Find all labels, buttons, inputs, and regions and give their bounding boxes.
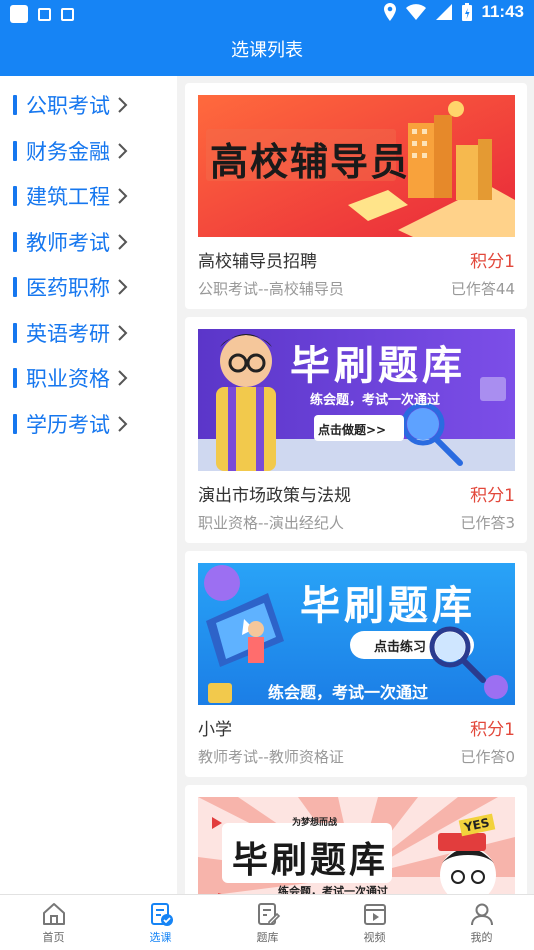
app-notification-icon (10, 5, 28, 23)
course-points: 积分1 (470, 252, 515, 272)
sidebar-item-marker (13, 186, 17, 206)
tab-label: 选课 (149, 931, 172, 944)
course-card[interactable]: 为梦想而战 毕刷题库 练会题，考试一次通过 YES (185, 785, 527, 894)
course-card[interactable]: 毕刷题库 点击练习 练会题，考试一次通过 小学 积分1 教师考试--教师资格证 … (185, 551, 527, 777)
course-answered-count: 已作答3 (460, 514, 515, 532)
sidebar-item-marker (13, 277, 17, 297)
course-name: 小学 (198, 720, 232, 740)
status-time: 11:43 (481, 2, 524, 21)
sidebar-item-label: 教师考试 (26, 231, 110, 255)
tab-label: 首页 (42, 931, 65, 944)
course-banner[interactable]: 为梦想而战 毕刷题库 练会题，考试一次通过 YES (198, 797, 515, 894)
sidebar-item-vocational[interactable]: 职业资格 (13, 363, 130, 393)
course-banner-slogan: 练会题，考试一次通过 (310, 393, 441, 408)
sidebar-item-label: 财务金融 (26, 140, 110, 164)
course-banner-tag: 为梦想而战 (292, 818, 338, 828)
course-points: 积分1 (470, 486, 515, 506)
sidebar-item-marker (13, 95, 17, 115)
location-icon (384, 3, 397, 21)
font-notification-icon (61, 7, 74, 21)
chevron-right-icon (118, 416, 128, 432)
sidebar-item-marker (13, 414, 17, 434)
app-bar: 选课列表 (0, 28, 534, 76)
course-category: 职业资格--演出经纪人 (198, 514, 344, 532)
course-list: 高校辅导员 高校辅导员招聘 积分1 公职考试--高校辅导员 已作答44 毕刷题库… (177, 76, 534, 894)
user-icon (470, 903, 493, 926)
wifi-icon (406, 4, 427, 20)
video-icon (363, 904, 386, 925)
tab-label: 我的 (470, 931, 493, 944)
edit-document-icon (257, 903, 280, 925)
chevron-right-icon (118, 188, 128, 204)
tab-label: 视频 (363, 931, 386, 944)
course-banner-title: 毕刷题库 (232, 840, 389, 881)
course-name: 演出市场政策与法规 (198, 486, 351, 506)
course-banner[interactable]: 毕刷题库 练会题，考试一次通过 点击做题>> (198, 329, 515, 471)
course-name: 高校辅导员招聘 (198, 252, 317, 272)
chevron-right-icon (118, 143, 128, 159)
battery-icon (462, 3, 473, 21)
sidebar-item-label: 医药职称 (26, 276, 110, 300)
chevron-right-icon (118, 279, 128, 295)
status-bar: 11:43 (0, 0, 534, 28)
sidebar-item-finance[interactable]: 财务金融 (13, 136, 130, 166)
course-banner-title: 高校辅导员 (210, 140, 411, 184)
sidebar-item-civil-service[interactable]: 公职考试 (13, 90, 130, 120)
sidebar-item-label: 职业资格 (26, 367, 110, 391)
page-title: 选课列表 (231, 40, 303, 61)
sidebar-item-marker (13, 141, 17, 161)
sidebar-item-english[interactable]: 英语考研 (13, 318, 130, 348)
sidebar-item-medical[interactable]: 医药职称 (13, 272, 130, 302)
mail-notification-icon (38, 7, 51, 21)
tab-select-course[interactable]: 选课 (107, 895, 214, 950)
course-answered-count: 已作答44 (450, 280, 515, 298)
signal-icon (436, 4, 453, 20)
tab-label: 题库 (256, 931, 279, 944)
course-banner-title: 毕刷题库 (290, 343, 466, 389)
sidebar-item-label: 公职考试 (26, 94, 110, 118)
chevron-right-icon (118, 370, 128, 386)
course-banner-slogan: 练会题，考试一次通过 (278, 885, 388, 894)
sidebar-item-teacher[interactable]: 教师考试 (13, 227, 130, 257)
sidebar-item-label: 建筑工程 (26, 185, 110, 209)
course-banner-button: 点击做题>> (318, 423, 387, 437)
sidebar-item-label: 学历考试 (26, 413, 110, 437)
course-banner[interactable]: 高校辅导员 (198, 95, 515, 237)
tab-video[interactable]: 视频 (321, 895, 428, 950)
course-answered-count: 已作答0 (460, 748, 515, 766)
chevron-right-icon (118, 325, 128, 341)
course-banner-slogan: 练会题，考试一次通过 (268, 683, 429, 702)
course-list-icon (150, 903, 173, 926)
course-points: 积分1 (470, 720, 515, 740)
course-banner-button: 点击练习 (374, 640, 427, 655)
category-sidebar: 公职考试 财务金融 建筑工程 教师考试 医药职称 英语考研 职业资格 学历考试 (0, 76, 177, 894)
bottom-tab-bar: 首页 选课 题库 视频 我的 (0, 894, 534, 950)
home-icon (42, 903, 65, 925)
course-card[interactable]: 毕刷题库 练会题，考试一次通过 点击做题>> 演出市场政策与法规 积分1 职业资… (185, 317, 527, 543)
course-banner-title: 毕刷题库 (300, 583, 476, 629)
chevron-right-icon (118, 234, 128, 250)
tab-question-bank[interactable]: 题库 (214, 895, 321, 950)
sidebar-item-degree[interactable]: 学历考试 (13, 409, 130, 439)
course-banner[interactable]: 毕刷题库 点击练习 练会题，考试一次通过 (198, 563, 515, 705)
sidebar-item-marker (13, 368, 17, 388)
sidebar-item-construction[interactable]: 建筑工程 (13, 181, 130, 211)
course-card[interactable]: 高校辅导员 高校辅导员招聘 积分1 公职考试--高校辅导员 已作答44 (185, 83, 527, 309)
tab-home[interactable]: 首页 (0, 895, 107, 950)
sidebar-item-marker (13, 232, 17, 252)
sidebar-item-label: 英语考研 (26, 322, 110, 346)
sidebar-item-marker (13, 323, 17, 343)
course-category: 教师考试--教师资格证 (198, 748, 344, 766)
course-category: 公职考试--高校辅导员 (198, 280, 344, 298)
chevron-right-icon (118, 97, 128, 113)
tab-mine[interactable]: 我的 (428, 895, 534, 950)
